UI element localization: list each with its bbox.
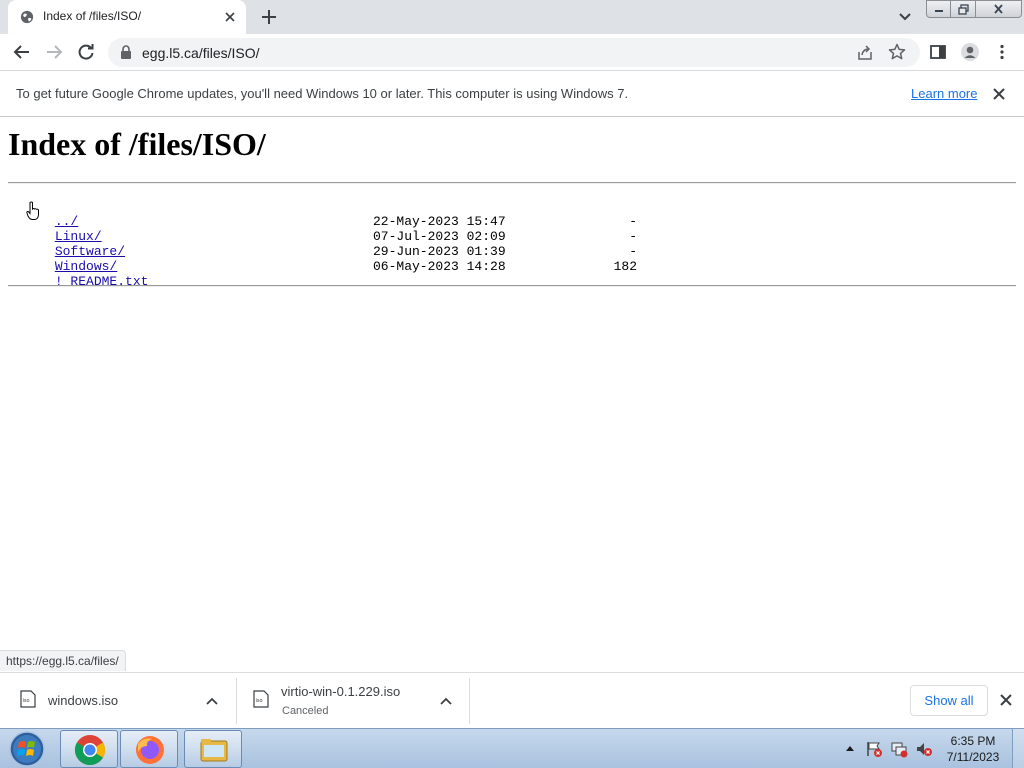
share-icon[interactable] xyxy=(856,44,874,62)
download-filename: windows.iso xyxy=(48,693,119,708)
system-clock[interactable]: 6:35 PM 7/11/2023 xyxy=(940,733,1006,765)
clock-time: 6:35 PM xyxy=(950,734,996,748)
restore-button[interactable] xyxy=(951,0,976,18)
minimize-icon xyxy=(934,10,943,12)
new-tab-plus-icon[interactable] xyxy=(259,7,279,27)
entry-size: 182 xyxy=(613,259,637,274)
entry-date: 06-May-2023 14:28 xyxy=(373,259,506,274)
restore-icon xyxy=(957,3,969,15)
show-all-button[interactable]: Show all xyxy=(910,685,988,716)
window-close-button[interactable] xyxy=(976,0,1022,18)
url-text[interactable]: egg.l5.ca/files/ISO/ xyxy=(142,45,260,61)
entry-date: 07-Jul-2023 02:09 xyxy=(373,229,506,244)
action-center-flag-icon[interactable] xyxy=(865,740,883,758)
reload-icon[interactable] xyxy=(76,42,96,62)
back-arrow-icon[interactable] xyxy=(12,42,32,62)
infobar-message: To get future Google Chrome updates, you… xyxy=(16,86,629,101)
taskbar-chrome-button[interactable] xyxy=(60,730,118,768)
clock-date: 7/11/2023 xyxy=(946,750,1000,764)
infobar-close-icon[interactable] xyxy=(991,86,1007,102)
tab-close-icon[interactable] xyxy=(222,9,238,25)
chevron-up-icon[interactable] xyxy=(439,695,453,707)
list-item: Windows/ 29-Jun-2023 01:39 - xyxy=(8,244,637,274)
list-item: ! README.txt 06-May-2023 14:28 182 xyxy=(8,259,637,289)
tab-title: Index of /files/ISO/ xyxy=(43,9,142,23)
chrome-icon xyxy=(74,735,106,765)
menu-kebab-icon[interactable] xyxy=(993,43,1011,61)
bookmark-star-icon[interactable] xyxy=(888,43,906,61)
taskbar-explorer-button[interactable] xyxy=(184,730,242,768)
globe-icon xyxy=(20,10,34,24)
window-controls xyxy=(926,0,1022,18)
download-filename: virtio-win-0.1.229.iso xyxy=(281,684,401,699)
status-url-bubble: https://egg.l5.ca/files/ xyxy=(0,650,126,671)
iso-file-icon: iso xyxy=(20,690,36,708)
taskbar-firefox-button[interactable] xyxy=(120,730,178,768)
minimize-button[interactable] xyxy=(926,0,951,18)
close-icon xyxy=(994,4,1003,14)
svg-text:iso: iso xyxy=(23,698,30,704)
download-item[interactable]: iso virtio-win-0.1.229.iso Canceled xyxy=(233,678,469,724)
profile-avatar-icon[interactable] xyxy=(960,42,980,62)
start-button-icon[interactable] xyxy=(4,730,50,768)
download-status: Canceled xyxy=(282,705,329,717)
file-explorer-icon xyxy=(200,739,228,762)
update-infobar: To get future Google Chrome updates, you… xyxy=(0,71,1024,117)
bottom-divider xyxy=(8,285,1016,287)
tab-strip: Index of /files/ISO/ xyxy=(0,0,1024,34)
tray-expand-icon[interactable] xyxy=(845,744,855,752)
network-icon[interactable] xyxy=(890,740,908,758)
download-divider xyxy=(469,678,470,724)
download-item[interactable]: iso windows.iso xyxy=(0,678,236,724)
learn-more-link[interactable]: Learn more xyxy=(911,86,977,101)
volume-muted-icon[interactable] xyxy=(915,740,933,758)
download-shelf-close-icon[interactable] xyxy=(998,692,1014,708)
svg-text:iso: iso xyxy=(256,698,263,704)
page-title: Index of /files/ISO/ xyxy=(8,126,266,162)
chevron-up-icon[interactable] xyxy=(205,695,219,707)
page-content: Index of /files/ISO/ ../ Linux/ 22-May-2… xyxy=(0,117,1024,672)
iso-file-icon: iso xyxy=(253,690,269,708)
entry-date: 22-May-2023 15:47 xyxy=(373,214,506,229)
side-panel-icon[interactable] xyxy=(929,43,947,61)
entry-date: 29-Jun-2023 01:39 xyxy=(373,244,506,259)
address-bar[interactable]: egg.l5.ca/files/ISO/ xyxy=(108,38,920,67)
entry-size: - xyxy=(629,214,637,229)
tab-active[interactable]: Index of /files/ISO/ xyxy=(8,0,246,34)
firefox-icon xyxy=(136,736,164,764)
entry-size: - xyxy=(629,244,637,259)
lock-icon[interactable] xyxy=(120,45,132,59)
forward-arrow-icon[interactable] xyxy=(44,42,64,62)
entry-size: - xyxy=(629,229,637,244)
download-shelf: iso windows.iso iso virtio-win-0.1.229.i… xyxy=(0,672,1024,728)
tab-search-chevron-icon[interactable] xyxy=(896,9,914,25)
list-item: Software/ 07-Jul-2023 02:09 - xyxy=(8,229,637,259)
browser-toolbar: egg.l5.ca/files/ISO/ xyxy=(0,34,1024,71)
show-desktop-button[interactable] xyxy=(1012,729,1024,768)
windows-taskbar: 6:35 PM 7/11/2023 xyxy=(0,728,1024,768)
top-divider xyxy=(8,182,1016,184)
hand-cursor-icon xyxy=(26,201,39,220)
